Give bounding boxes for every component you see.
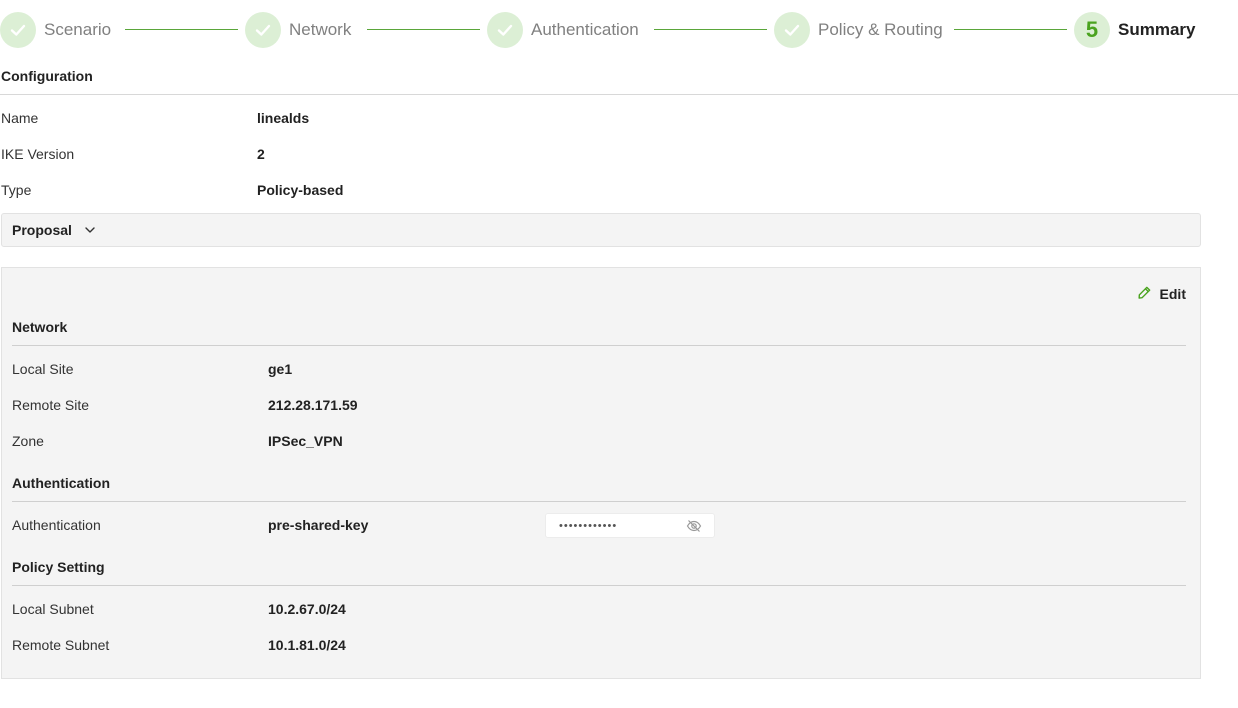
step-label: Policy & Routing xyxy=(818,20,943,39)
step-label: Authentication xyxy=(531,20,639,39)
field-label: Type xyxy=(1,182,32,198)
step-number: 5 xyxy=(1085,17,1099,42)
eye-off-icon[interactable] xyxy=(686,519,702,533)
step-label: Network xyxy=(289,20,352,39)
pencil-icon xyxy=(1137,285,1152,303)
field-label: Remote Site xyxy=(12,397,90,413)
field-value: 10.1.81.0/24 xyxy=(268,637,346,653)
field-value: 2 xyxy=(257,146,265,162)
summary-panel: Edit Network Local Site ge1 Remote Site … xyxy=(1,267,1201,679)
edit-button[interactable]: Edit xyxy=(1137,285,1186,303)
network-row-remote-site: Remote Site 212.28.171.59 xyxy=(12,395,358,415)
step-connector xyxy=(125,29,238,30)
step-connector xyxy=(654,29,767,30)
field-label: Name xyxy=(1,110,39,126)
check-icon xyxy=(784,24,800,36)
wizard-stepper: Scenario Network Authentication Policy &… xyxy=(0,12,1238,48)
field-value: IPSec_VPN xyxy=(268,433,343,449)
edit-label: Edit xyxy=(1159,286,1186,302)
step-label: Scenario xyxy=(44,20,112,39)
section-title-network: Network xyxy=(12,319,68,335)
step-complete-badge xyxy=(774,12,810,48)
field-label: Local Site xyxy=(12,361,74,377)
step-complete-badge xyxy=(245,12,281,48)
step-summary[interactable]: 5 Summary xyxy=(1074,12,1195,48)
step-scenario[interactable]: Scenario xyxy=(0,12,111,48)
check-icon xyxy=(255,24,271,36)
network-row-zone: Zone IPSec_VPN xyxy=(12,431,343,451)
divider xyxy=(12,345,1186,346)
field-value: pre-shared-key xyxy=(268,517,369,533)
step-label: Summary xyxy=(1118,20,1196,39)
field-value: 10.2.67.0/24 xyxy=(268,601,346,617)
proposal-toggle[interactable]: Proposal xyxy=(1,213,1201,247)
auth-row-method: Authentication pre-shared-key xyxy=(12,515,368,535)
field-label: Remote Subnet xyxy=(12,637,110,653)
pre-shared-key-field: •••••••••••• xyxy=(545,513,715,538)
config-row-name: Name linealds xyxy=(1,108,309,128)
field-label: IKE Version xyxy=(1,146,75,162)
step-authentication[interactable]: Authentication xyxy=(487,12,639,48)
step-complete-badge xyxy=(0,12,36,48)
field-value: linealds xyxy=(257,110,310,126)
proposal-label: Proposal xyxy=(12,222,72,238)
policy-row-local-subnet: Local Subnet 10.2.67.0/24 xyxy=(12,599,346,619)
divider xyxy=(12,501,1186,502)
policy-row-remote-subnet: Remote Subnet 10.1.81.0/24 xyxy=(12,635,346,655)
section-title-policy-setting: Policy Setting xyxy=(12,559,105,575)
field-label: Local Subnet xyxy=(12,601,94,617)
masked-key: •••••••••••• xyxy=(559,519,618,532)
field-label: Zone xyxy=(12,433,44,449)
field-value: ge1 xyxy=(268,361,293,377)
chevron-down-icon xyxy=(84,224,96,236)
field-value: Policy-based xyxy=(257,182,344,198)
step-complete-badge xyxy=(487,12,523,48)
divider xyxy=(0,94,1238,95)
config-row-ike-version: IKE Version 2 xyxy=(1,144,265,164)
field-value: 212.28.171.59 xyxy=(268,397,358,413)
section-title-configuration: Configuration xyxy=(1,68,93,84)
config-row-type: Type Policy-based xyxy=(1,180,343,200)
step-number-badge: 5 xyxy=(1074,12,1110,48)
check-icon xyxy=(10,24,26,36)
check-icon xyxy=(497,24,513,36)
divider xyxy=(12,585,1186,586)
step-policy-routing[interactable]: Policy & Routing xyxy=(774,12,943,48)
step-network[interactable]: Network xyxy=(245,12,351,48)
field-label: Authentication xyxy=(12,517,101,533)
section-title-authentication: Authentication xyxy=(12,475,110,491)
step-connector xyxy=(367,29,480,30)
step-connector xyxy=(954,29,1067,30)
network-row-local-site: Local Site ge1 xyxy=(12,359,292,379)
